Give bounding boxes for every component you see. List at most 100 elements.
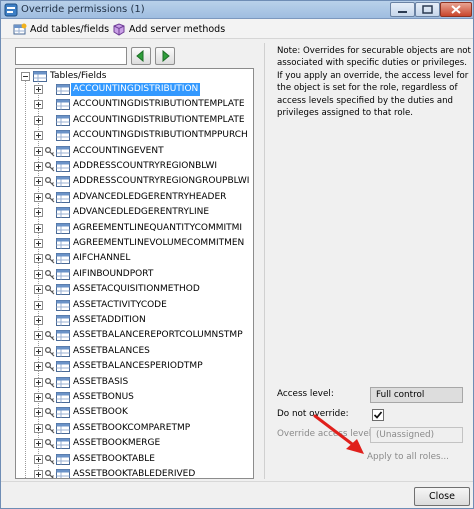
tree-item[interactable]: ADDRESSCOUNTRYREGIONGROUPBLWI: [16, 175, 253, 188]
expand-icon[interactable]: [34, 177, 43, 187]
tree-item[interactable]: AIFCHANNEL: [16, 252, 253, 265]
expand-icon[interactable]: [34, 362, 43, 372]
expand-icon[interactable]: [34, 100, 43, 110]
table-icon: [56, 422, 70, 434]
tree-item[interactable]: ACCOUNTINGEVENT: [16, 145, 253, 158]
tree-item[interactable]: ASSETBALANCES: [16, 345, 253, 358]
tree-item[interactable]: AIFINBOUNDPORT: [16, 268, 253, 281]
tree-item-label: ADVANCEDLEDGERENTRYHEADER: [73, 191, 227, 202]
tree-item[interactable]: ASSETBOOK: [16, 406, 253, 419]
tree-item[interactable]: ASSETBASIS: [16, 376, 253, 389]
expand-icon[interactable]: [34, 377, 43, 387]
expand-icon[interactable]: [34, 316, 43, 325]
tree-item[interactable]: ASSETBALANCESPERIODTMP: [16, 360, 253, 373]
window-title: Override permissions (1): [21, 4, 145, 15]
minimize-icon: [398, 11, 407, 13]
override-note: Note: Overrides for securable objects ar…: [277, 46, 471, 119]
table-icon: [56, 99, 70, 111]
expand-icon[interactable]: [34, 470, 43, 478]
expand-icon[interactable]: [34, 423, 43, 433]
tree-item[interactable]: ASSETBOOKCOMPARETMP: [16, 422, 253, 435]
override-access-level-row: Override access level: (Unassigned): [277, 427, 471, 443]
tree-item-label: ACCOUNTINGEVENT: [73, 145, 164, 156]
access-level-value: Full control: [370, 387, 463, 403]
expand-icon[interactable]: [34, 223, 43, 233]
tree-root[interactable]: Tables/Fields: [16, 70, 253, 83]
add-server-methods-button[interactable]: Add server methods: [112, 22, 225, 36]
tree-item[interactable]: ASSETBOOKTABLE: [16, 453, 253, 466]
table-icon: [56, 161, 70, 172]
close-button[interactable]: Close: [414, 487, 470, 506]
tree-item-label: ASSETBALANCEREPORTCOLUMNSTMP: [73, 330, 243, 341]
override-access-level-select[interactable]: (Unassigned): [370, 427, 463, 443]
tree-item[interactable]: ASSETACTIVITYCODE: [16, 299, 253, 312]
search-input[interactable]: [15, 47, 127, 65]
expand-icon[interactable]: [34, 393, 43, 402]
table-icon: [56, 253, 70, 265]
tree-item[interactable]: ASSETBOOKMERGE: [16, 437, 253, 450]
expand-icon[interactable]: [34, 454, 43, 464]
tree-item-label: ASSETBASIS: [73, 376, 129, 387]
tree-item[interactable]: AGREEMENTLINEQUANTITYCOMMITMI: [16, 222, 253, 235]
tree-item-label: AIFINBOUNDPORT: [73, 268, 154, 279]
key-icon: [45, 439, 55, 449]
tree-item-label: ASSETBOOK: [73, 407, 128, 418]
tree-item[interactable]: ACCOUNTINGDISTRIBUTION: [16, 83, 253, 96]
title-bar[interactable]: Override permissions (1): [1, 1, 473, 19]
tree-item-label: AGREEMENTLINEQUANTITYCOMMITMI: [73, 222, 243, 233]
expand-icon[interactable]: [34, 162, 43, 171]
tree-item[interactable]: ASSETBOOKTABLEDERIVED: [16, 468, 253, 479]
tree-item[interactable]: ADDRESSCOUNTRYREGIONBLWI: [16, 160, 253, 173]
expand-icon[interactable]: [34, 285, 43, 295]
tree-item[interactable]: ACCOUNTINGDISTRIBUTIONTEMPLATE: [16, 114, 253, 127]
expand-icon[interactable]: [34, 131, 43, 141]
tree-item[interactable]: ASSETACQUISITIONMETHOD: [16, 283, 253, 296]
expand-icon[interactable]: [34, 269, 43, 279]
maximize-button[interactable]: [415, 2, 440, 17]
add-tables-fields-label: Add tables/fields: [30, 23, 110, 35]
tree-item[interactable]: ACCOUNTINGDISTRIBUTIONTEMPLATE: [16, 98, 253, 111]
expand-icon[interactable]: [34, 300, 43, 310]
tree-item[interactable]: ASSETBALANCEREPORTCOLUMNSTMP: [16, 329, 253, 342]
tree-item[interactable]: ASSETBONUS: [16, 391, 253, 404]
panel-splitter[interactable]: [264, 43, 265, 479]
expand-icon[interactable]: [34, 439, 43, 449]
table-icon: [56, 145, 70, 157]
table-icon: [56, 84, 70, 95]
arrow-left-icon: [136, 50, 144, 62]
tree-item-label: ASSETBOOKTABLEDERIVED: [73, 469, 196, 479]
close-icon: [451, 5, 461, 14]
minimize-button[interactable]: [390, 2, 415, 17]
window-close-button[interactable]: [440, 2, 472, 17]
expand-icon[interactable]: [34, 331, 43, 341]
previous-button[interactable]: [131, 47, 151, 65]
expand-icon[interactable]: [34, 85, 43, 94]
table-icon: [56, 191, 70, 203]
expand-icon[interactable]: [34, 146, 43, 156]
tree-item[interactable]: ADVANCEDLEDGERENTRYLINE: [16, 206, 253, 219]
apply-to-all-roles-button[interactable]: Apply to all roles...: [367, 452, 449, 462]
expand-icon[interactable]: [34, 254, 43, 264]
tables-fields-tree[interactable]: Tables/Fields ACCOUNTINGDISTRIBUTION ACCO…: [15, 68, 254, 479]
expand-icon[interactable]: [34, 408, 43, 418]
key-icon: [45, 377, 55, 388]
add-method-icon: [113, 22, 125, 36]
footer: Close: [1, 481, 473, 508]
collapse-icon[interactable]: [21, 72, 30, 81]
add-tables-fields-button[interactable]: Add tables/fields: [13, 22, 109, 36]
tree-item-label: ADDRESSCOUNTRYREGIONBLWI: [73, 161, 218, 171]
tree-item-label: ASSETBOOKMERGE: [73, 438, 161, 449]
expand-icon[interactable]: [34, 208, 43, 218]
tree-item[interactable]: AGREEMENTLINEVOLUMECOMMITMEN: [16, 237, 253, 250]
tree-item[interactable]: ACCOUNTINGDISTRIBUTIONTMPPURCH: [16, 129, 253, 142]
table-icon: [56, 114, 70, 126]
next-button[interactable]: [155, 47, 175, 65]
tree-item[interactable]: ASSETADDITION: [16, 314, 253, 327]
expand-icon[interactable]: [34, 192, 43, 202]
expand-icon[interactable]: [34, 239, 43, 248]
access-level-row: Access level: Full control: [277, 387, 471, 403]
expand-icon[interactable]: [34, 115, 43, 125]
expand-icon[interactable]: [34, 346, 43, 356]
tree-item[interactable]: ADVANCEDLEDGERENTRYHEADER: [16, 191, 253, 204]
tree-item-label: ASSETACQUISITIONMETHOD: [73, 284, 200, 295]
